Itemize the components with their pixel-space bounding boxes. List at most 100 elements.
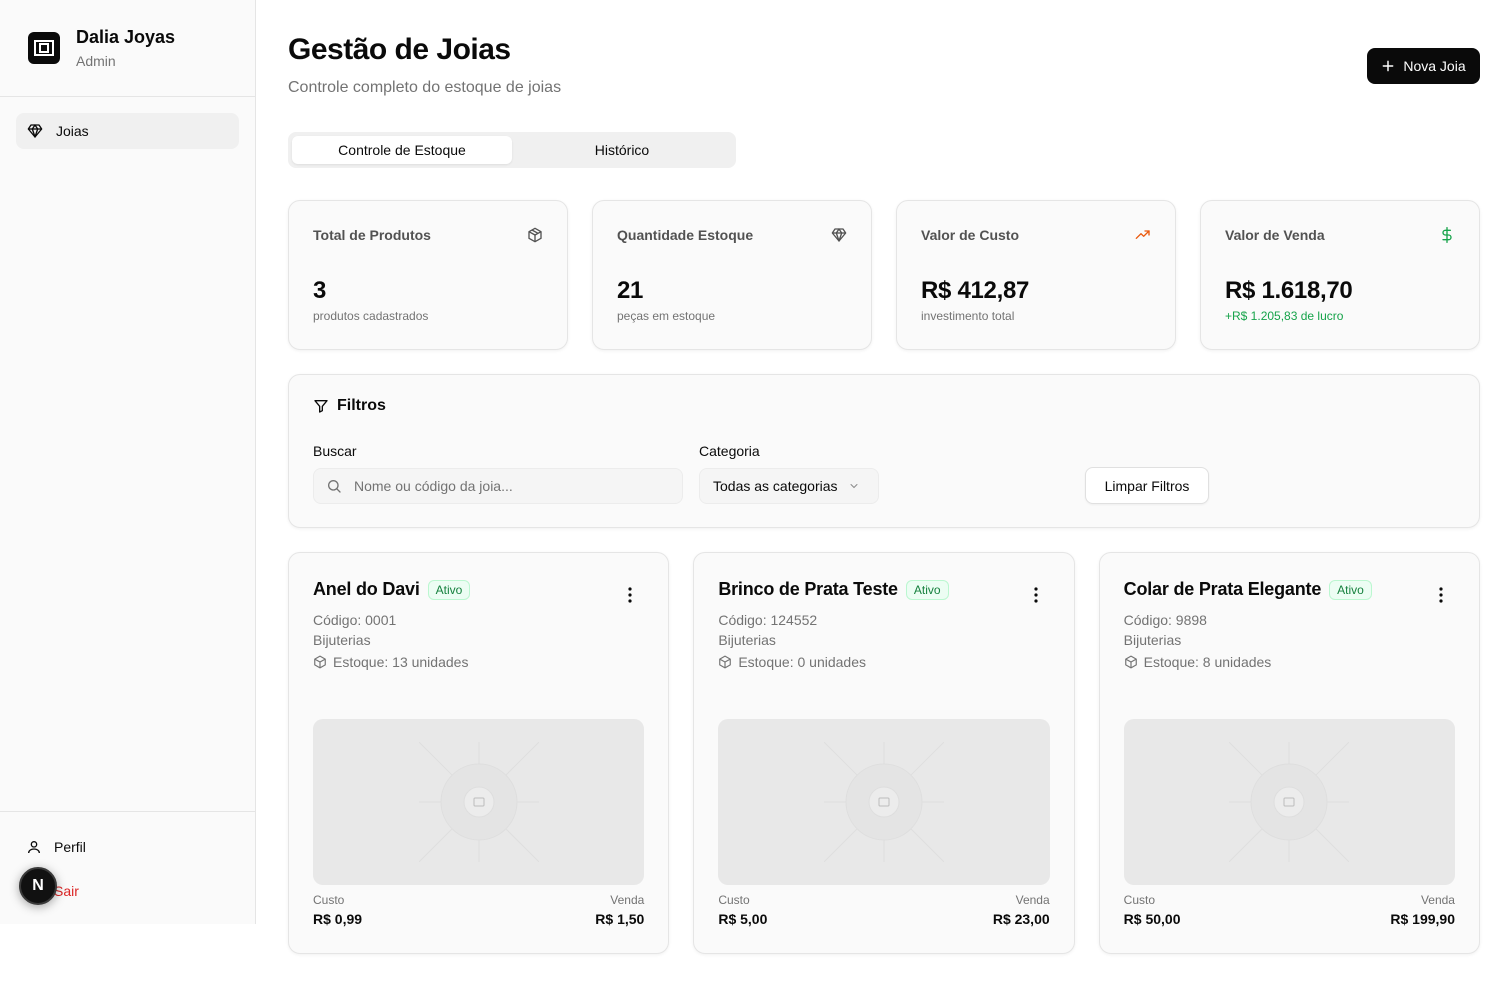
stat-total-products: Total de Produtos 3 produtos cadastrados (288, 200, 568, 350)
status-badge: Ativo (427, 579, 471, 600)
page-title: Gestão de Joias (288, 33, 511, 66)
image-placeholder-icon (1229, 742, 1350, 862)
sale-price: Venda R$ 23,00 (993, 893, 1050, 927)
stat-note: peças em estoque (617, 309, 716, 323)
product-stock: Estoque: 0 unidades (718, 654, 1049, 670)
product-stock: Estoque: 13 unidades (313, 654, 644, 670)
user-icon (28, 841, 40, 854)
tab-historico[interactable]: Histórico (512, 136, 732, 164)
filters-panel: Filtros Buscar Categoria Todas as catego… (288, 374, 1480, 528)
product-image-placeholder (718, 719, 1050, 885)
stats-row: Total de Produtos 3 produtos cadastrados… (288, 200, 1480, 350)
sale-price: Venda R$ 199,90 (1390, 893, 1455, 927)
brand-logo (28, 32, 60, 64)
category-select[interactable]: Todas as categorias (699, 468, 879, 504)
status-badge: Ativo (1329, 579, 1372, 600)
search-label: Buscar (313, 443, 357, 459)
gem-icon (831, 228, 847, 242)
product-code: Código: 124552 (718, 612, 818, 628)
category-label: Categoria (699, 443, 760, 459)
stat-value: 21 (617, 277, 644, 304)
more-options-button[interactable] (1022, 581, 1050, 609)
product-stock-text: Estoque: 8 unidades (1143, 654, 1272, 670)
dev-tools-badge[interactable]: N (19, 867, 57, 905)
stat-note: +R$ 1.205,83 de lucro (1225, 309, 1344, 323)
stat-sale-value: Valor de Venda R$ 1.618,70 +R$ 1.205,83 … (1200, 200, 1480, 350)
cost-label: Custo (313, 893, 345, 907)
filters-title-text: Filtros (337, 397, 386, 414)
sidebar-item-perfil[interactable]: Perfil (16, 834, 239, 860)
page-subtitle: Controle completo do estoque de joias (288, 79, 562, 96)
stat-label: Valor de Custo (921, 227, 1020, 243)
stat-stock-quantity: Quantidade Estoque 21 peças em estoque (592, 200, 872, 350)
plus-icon (1382, 60, 1394, 72)
stat-label: Valor de Venda (1225, 227, 1325, 243)
stat-label: Quantidade Estoque (617, 227, 754, 243)
product-image-placeholder (1123, 719, 1455, 885)
sale-value: R$ 1,50 (595, 911, 645, 927)
cost-value: R$ 5,00 (718, 911, 768, 927)
product-stock-text: Estoque: 13 unidades (333, 654, 469, 670)
sidebar-item-joias[interactable]: Joias (16, 113, 239, 149)
tabs: Controle de Estoque Histórico (288, 132, 736, 168)
stat-label: Total de Produtos (313, 227, 431, 243)
more-options-button[interactable] (1427, 581, 1455, 609)
cost-price: Custo R$ 5,00 (718, 893, 767, 927)
new-jewel-button[interactable]: Nova Joia (1367, 48, 1480, 84)
brand-role: Admin (76, 53, 116, 69)
product-name: Colar de Prata Elegante (1123, 579, 1322, 599)
more-options-button[interactable] (616, 581, 644, 609)
product-stock: Estoque: 8 unidades (1124, 654, 1455, 670)
sidebar-item-label: Joias (56, 123, 89, 139)
stat-value: R$ 412,87 (921, 277, 1030, 304)
cost-value: R$ 50,00 (1123, 911, 1181, 927)
stat-value: R$ 1.618,70 (1225, 277, 1353, 304)
logo-icon (34, 40, 54, 56)
product-name: Anel do Davi (313, 579, 420, 599)
more-vertical-icon (1439, 587, 1443, 603)
image-placeholder-icon (823, 742, 944, 862)
category-select-value: Todas as categorias (713, 478, 838, 494)
tab-controle-estoque[interactable]: Controle de Estoque (292, 136, 512, 164)
new-jewel-label: Nova Joia (1403, 58, 1466, 74)
brand: Dalia Joyas Admin (0, 0, 255, 97)
filter-icon (314, 400, 328, 413)
package-icon (314, 655, 326, 669)
stat-note: produtos cadastrados (313, 309, 429, 323)
status-badge: Ativo (905, 579, 949, 600)
product-card: Anel do Davi Ativo Código: 0001 Bijuteri… (288, 552, 670, 954)
product-category: Bijuterias (1123, 632, 1182, 648)
search-field (313, 468, 683, 504)
product-code: Código: 0001 (313, 612, 397, 628)
product-stock-text: Estoque: 0 unidades (738, 654, 866, 670)
cost-price: Custo R$ 50,00 (1124, 893, 1181, 927)
filters-title: Filtros (313, 397, 386, 415)
sidebar-nav: Joias (0, 97, 255, 165)
sidebar: Dalia Joyas Admin Joias Perfil Sair (0, 0, 256, 924)
product-image-placeholder (313, 719, 645, 885)
sidebar-item-label: Perfil (54, 839, 86, 855)
stat-cost-value: Valor de Custo R$ 412,87 investimento to… (896, 200, 1176, 350)
cost-price: Custo R$ 0,99 (313, 893, 362, 927)
logout-label: Sair (54, 883, 79, 899)
more-vertical-icon (1034, 587, 1038, 603)
cost-label: Custo (1123, 893, 1156, 907)
sale-label: Venda (1015, 893, 1050, 907)
chevron-down-icon (850, 484, 858, 489)
sale-price: Venda R$ 1,50 (595, 893, 644, 927)
product-name: Brinco de Prata Teste (718, 579, 898, 599)
stat-note: investimento total (921, 309, 1015, 323)
dollar-icon (1442, 227, 1452, 243)
product-category: Bijuterias (718, 632, 776, 648)
sale-label: Venda (1420, 893, 1455, 907)
cost-label: Custo (718, 893, 750, 907)
sale-value: R$ 23,00 (992, 911, 1050, 927)
stat-value: 3 (313, 277, 327, 304)
more-vertical-icon (628, 587, 632, 603)
trending-up-icon (1135, 230, 1150, 239)
search-icon (328, 480, 341, 493)
clear-filters-button[interactable]: Limpar Filtros (1085, 467, 1209, 504)
image-placeholder-icon (418, 742, 539, 862)
search-input[interactable] (354, 478, 654, 494)
product-code: Código: 9898 (1123, 612, 1207, 628)
